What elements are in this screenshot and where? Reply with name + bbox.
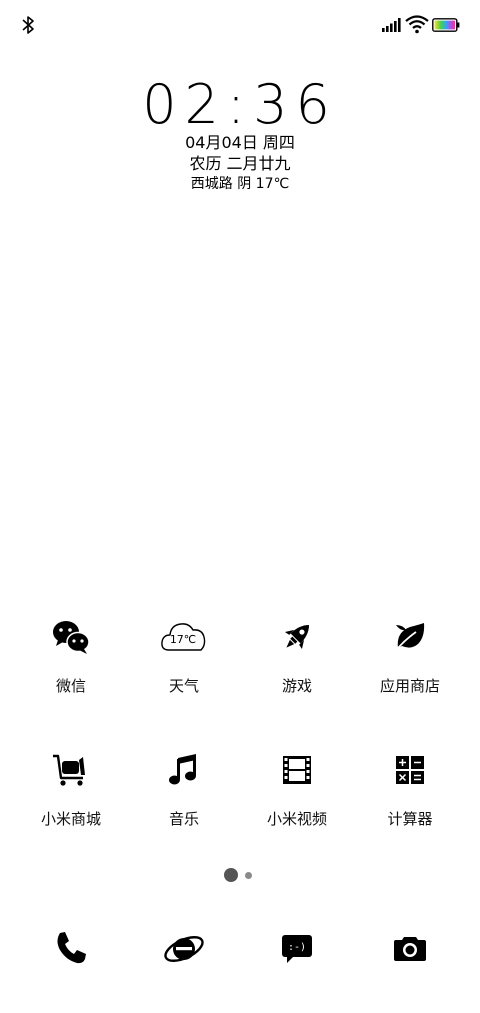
svg-text:17℃: 17℃ bbox=[170, 633, 196, 646]
app-games[interactable]: 游戏 bbox=[242, 615, 352, 696]
weather-cloud-icon: 17℃ bbox=[161, 623, 206, 651]
page-dot-active bbox=[224, 868, 238, 882]
lunar-date-text: 农历 二月廿九 bbox=[189, 154, 291, 173]
clock-time: 02:36 bbox=[142, 73, 338, 136]
dock-messages[interactable]: :-) bbox=[275, 926, 319, 970]
app-label: 天气 bbox=[168, 677, 199, 695]
cart-icon bbox=[53, 754, 85, 786]
clock-widget[interactable]: 02:36 04月04日 周四 农历 二月廿九 西城路 阴 17℃ bbox=[0, 76, 480, 194]
phone-icon bbox=[57, 932, 86, 964]
app-music[interactable]: 音乐 bbox=[129, 748, 239, 829]
app-app-store[interactable]: 应用商店 bbox=[355, 615, 465, 696]
page-dot[interactable] bbox=[245, 872, 252, 879]
rocket-icon bbox=[284, 624, 310, 650]
calculator-icon bbox=[396, 756, 424, 784]
app-calculator[interactable]: 计算器 bbox=[355, 748, 465, 829]
app-mi-video[interactable]: 小米视频 bbox=[242, 748, 352, 829]
svg-text::-): :-) bbox=[288, 942, 306, 953]
app-mi-store[interactable]: 小米商城 bbox=[16, 748, 126, 829]
leaf-icon bbox=[396, 623, 425, 649]
wifi-icon bbox=[405, 15, 429, 34]
app-label: 游戏 bbox=[281, 677, 312, 695]
app-label: 计算器 bbox=[387, 810, 433, 828]
app-label: 音乐 bbox=[168, 810, 199, 828]
signal-icon bbox=[382, 18, 401, 32]
dock-camera[interactable] bbox=[388, 926, 432, 970]
app-label: 小米视频 bbox=[266, 810, 327, 828]
wechat-icon bbox=[53, 621, 90, 654]
dock-browser[interactable] bbox=[162, 926, 206, 970]
status-bar bbox=[0, 0, 480, 50]
app-weather[interactable]: 17℃ 天气 bbox=[129, 615, 239, 696]
dock-phone[interactable] bbox=[49, 926, 93, 970]
battery-icon bbox=[432, 18, 460, 32]
date-text: 04月04日 周四 bbox=[185, 133, 295, 152]
weather-summary: 西城路 阴 17℃ bbox=[190, 176, 290, 192]
film-icon bbox=[283, 756, 311, 784]
app-wechat[interactable]: 微信 bbox=[16, 615, 126, 696]
camera-icon bbox=[394, 937, 426, 961]
app-label: 应用商店 bbox=[379, 677, 440, 695]
music-note-icon bbox=[169, 754, 196, 785]
bluetooth-icon bbox=[22, 16, 34, 34]
page-indicator bbox=[224, 868, 264, 884]
app-label: 微信 bbox=[55, 677, 86, 695]
browser-icon bbox=[164, 936, 204, 962]
app-label: 小米商城 bbox=[40, 810, 101, 828]
message-icon: :-) bbox=[282, 935, 312, 963]
